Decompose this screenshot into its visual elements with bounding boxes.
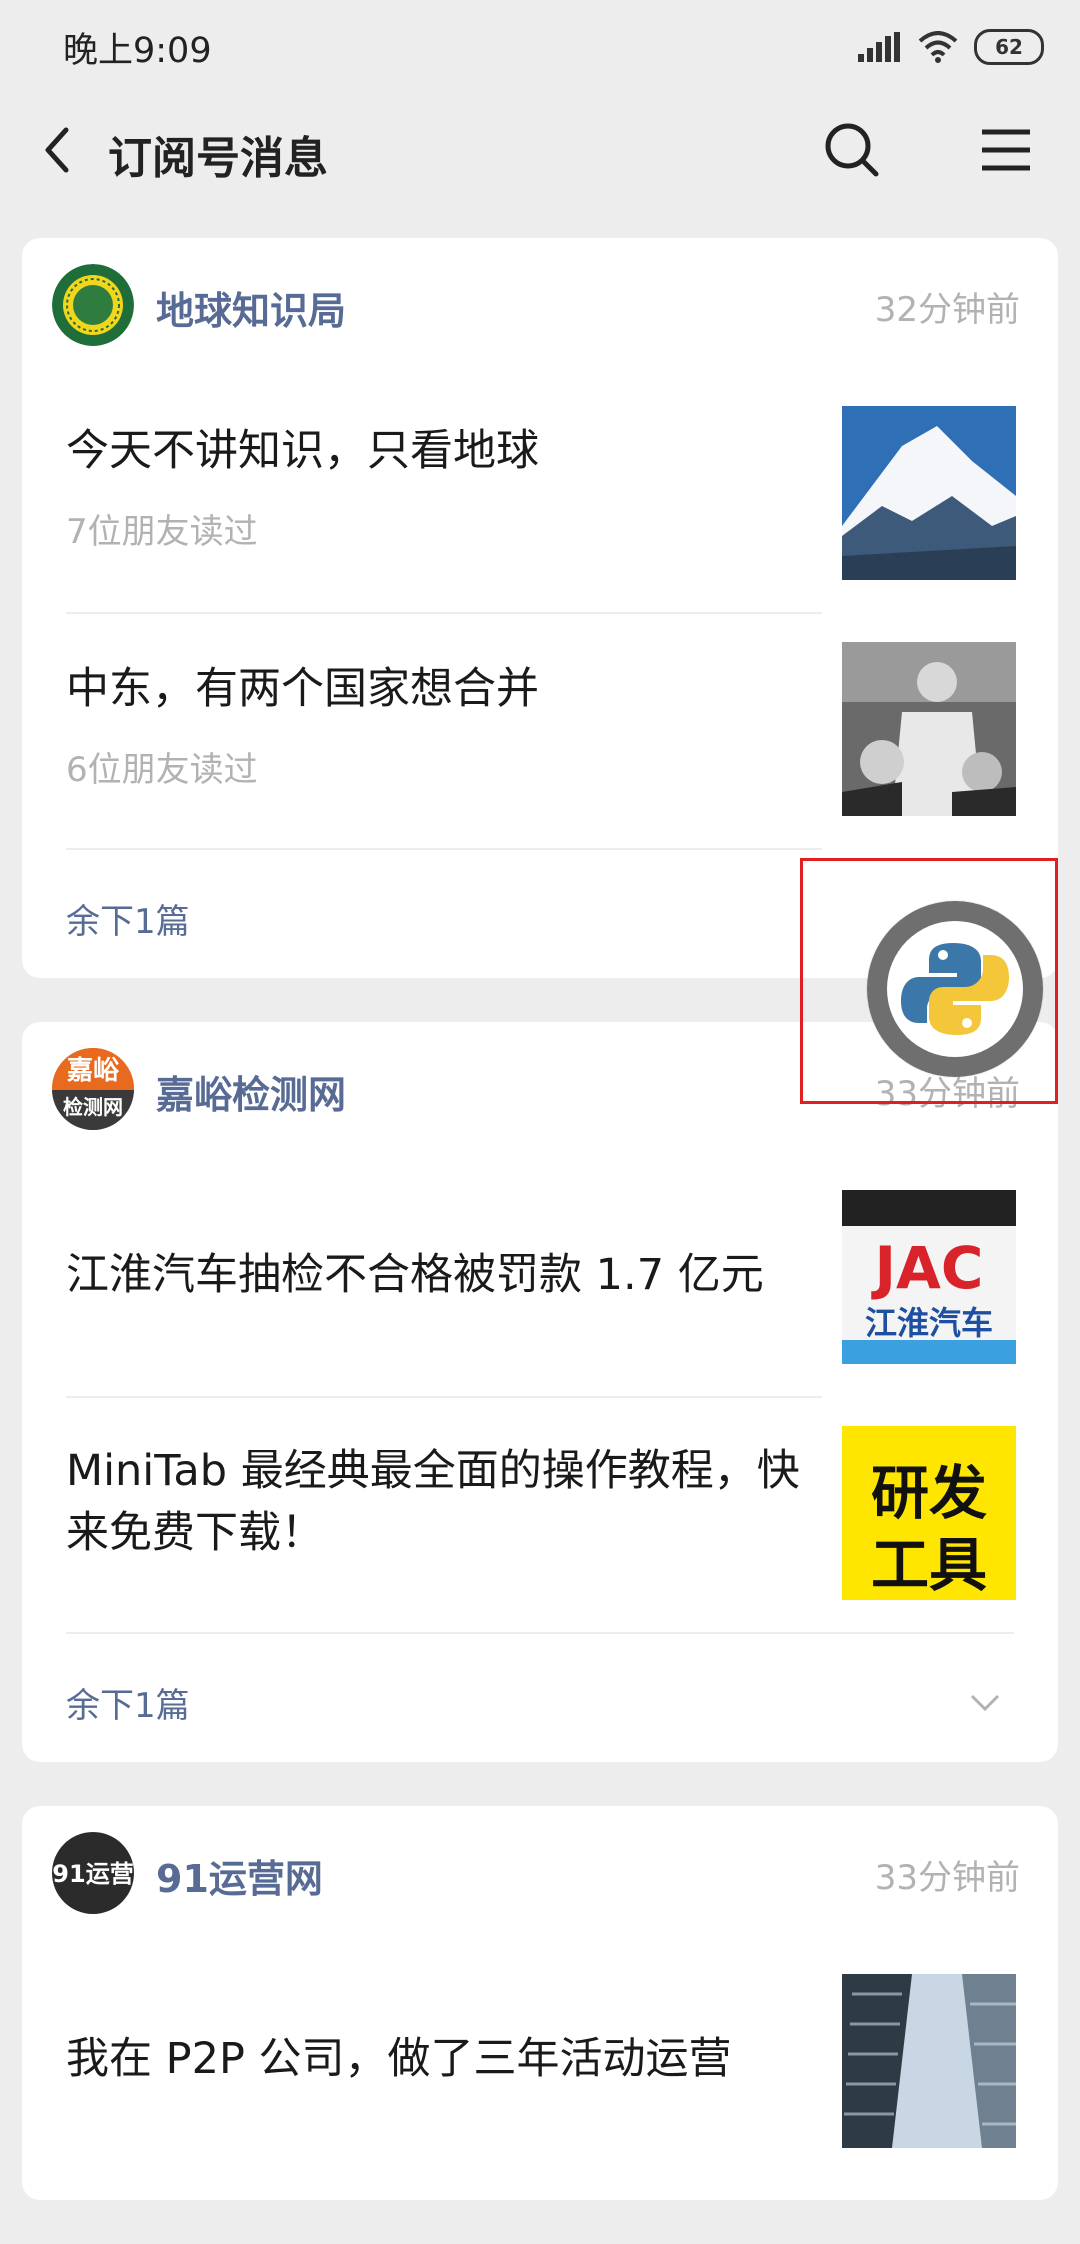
back-button[interactable] — [30, 120, 90, 180]
more-articles-label: 余下1篇 — [66, 902, 190, 942]
account-name[interactable]: 地球知识局 — [156, 280, 346, 335]
thumb-text-bottom: 工具 — [870, 1531, 987, 1599]
expand-more-row[interactable]: 余下1篇 — [22, 1634, 1058, 1764]
account-avatar[interactable] — [52, 264, 134, 346]
menu-button[interactable] — [974, 118, 1038, 182]
earth-logo-icon — [52, 264, 134, 346]
wifi-icon — [918, 31, 958, 63]
status-time: 晚上9:09 — [63, 31, 212, 71]
avatar-text-bottom: 检测网 — [52, 1090, 134, 1130]
floating-python-button[interactable] — [867, 901, 1043, 1077]
article-title: 江淮汽车抽检不合格被罚款 1.7 亿元 — [66, 1250, 764, 1300]
status-icons: 62 — [858, 22, 1044, 72]
back-arrow-icon — [45, 127, 69, 173]
building-image — [842, 1974, 1016, 2148]
account-name[interactable]: 91运营网 — [156, 1848, 323, 1903]
search-button[interactable] — [820, 118, 884, 182]
historic-photo-image — [842, 642, 1016, 816]
article-thumbnail — [842, 406, 1016, 580]
timestamp: 32分钟前 — [874, 290, 1020, 330]
avatar-text: 91运营 — [52, 1860, 134, 1888]
article-thumbnail: JAC 江淮汽车 — [842, 1190, 1016, 1364]
timestamp: 33分钟前 — [874, 1858, 1020, 1898]
article-thumbnail — [842, 642, 1016, 816]
floating-widget-highlight[interactable] — [800, 858, 1058, 1104]
article-title: MiniTab 最经典最全面的操作教程，快来免费下载！ — [66, 1446, 800, 1558]
search-icon — [825, 123, 879, 177]
card-header[interactable]: 91运营 91运营网 33分钟前 — [22, 1806, 1058, 1942]
article-thumbnail: 研发 工具 — [842, 1426, 1016, 1600]
avatar-text-top: 嘉峪 — [52, 1048, 134, 1090]
read-count: 6位朋友读过 — [66, 750, 258, 790]
article-title: 中东，有两个国家想合并 — [66, 664, 539, 714]
article-thumbnail — [842, 1974, 1016, 2148]
mountain-image — [842, 406, 1016, 580]
menu-icon — [982, 129, 1030, 171]
subscription-card: 91运营 91运营网 33分钟前 我在 P2P 公司，做了三年活动运营 — [22, 1806, 1058, 2200]
nav-bar: 订阅号消息 — [0, 90, 1080, 210]
more-articles-label: 余下1篇 — [66, 1686, 190, 1726]
account-name[interactable]: 嘉峪检测网 — [156, 1064, 346, 1119]
chevron-down-icon — [970, 1694, 1000, 1712]
thumb-brand-text: JAC — [874, 1234, 984, 1302]
article-title: 我在 P2P 公司，做了三年活动运营 — [66, 2034, 732, 2084]
page-title: 订阅号消息 — [108, 133, 328, 184]
account-avatar[interactable]: 嘉峪 检测网 — [52, 1048, 134, 1130]
python-logo-icon — [901, 943, 1009, 1035]
status-bar: 晚上9:09 62 — [0, 0, 1080, 90]
thumb-brand-subtext: 江淮汽车 — [864, 1304, 993, 1342]
python-logo-container — [887, 921, 1023, 1057]
battery-indicator: 62 — [974, 29, 1044, 65]
account-avatar[interactable]: 91运营 — [52, 1832, 134, 1914]
subscription-card: 嘉峪 检测网 嘉峪检测网 33分钟前 江淮汽车抽检不合格被罚款 1.7 亿元 J… — [22, 1022, 1058, 1762]
read-count: 7位朋友读过 — [66, 512, 258, 552]
article-title: 今天不讲知识，只看地球 — [66, 426, 539, 476]
signal-icon — [858, 32, 900, 62]
card-header[interactable]: 地球知识局 32分钟前 — [22, 238, 1058, 374]
